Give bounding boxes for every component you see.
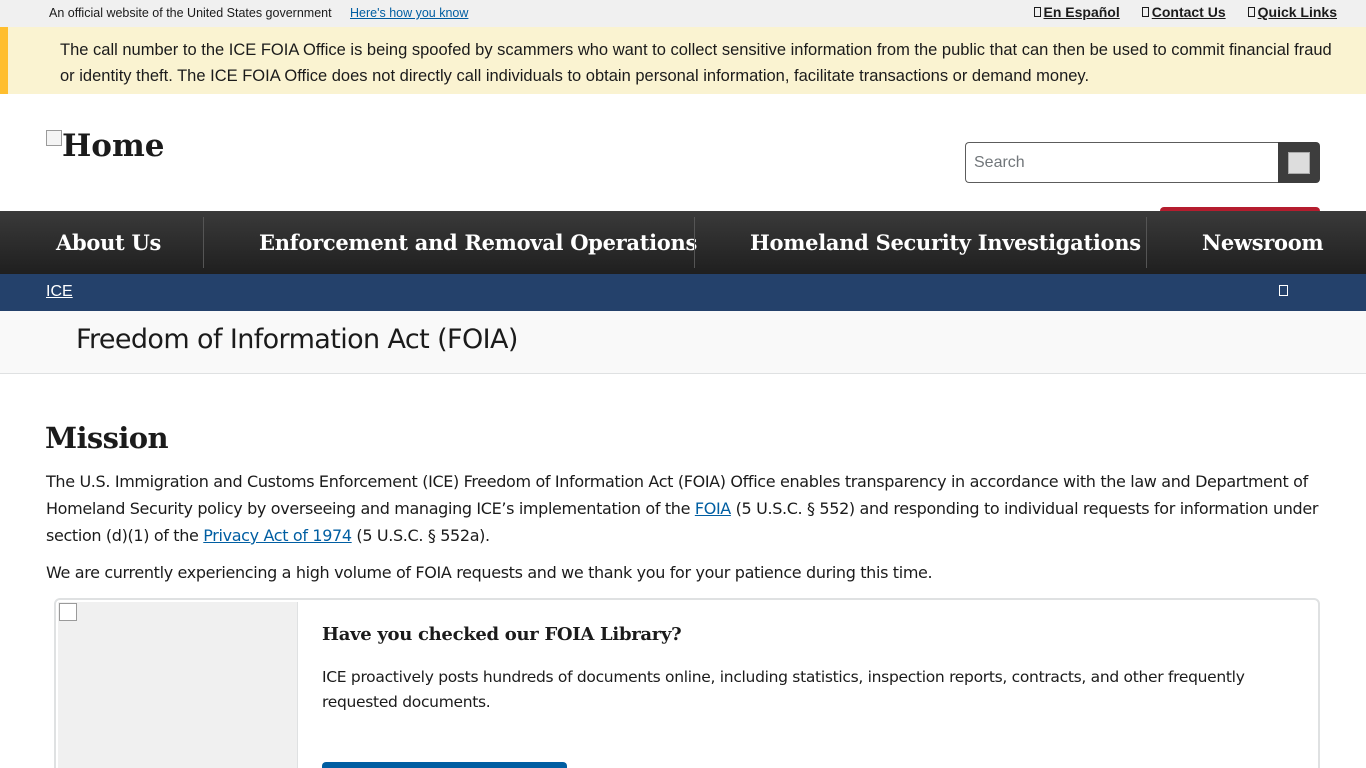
mission-heading: Mission [45, 421, 169, 455]
heres-how-you-know-link[interactable]: Here's how you know [350, 6, 468, 20]
quick-links-link[interactable]: Quick Links [1247, 4, 1337, 20]
foia-library-button[interactable] [322, 762, 567, 768]
broken-image-icon [46, 130, 62, 146]
main-navigation: About Us Enforcement and Removal Operati… [0, 211, 1366, 274]
nav-divider [1146, 217, 1147, 268]
page-title: Freedom of Information Act (FOIA) [76, 324, 518, 355]
scam-alert: The call number to the ICE FOIA Office i… [0, 27, 1366, 94]
breadcrumb-toggle-icon[interactable] [1279, 285, 1288, 296]
mission-text-part3: (5 U.S.C. § 552a). [351, 526, 490, 545]
search-input[interactable] [965, 142, 1279, 183]
search-form [965, 142, 1320, 183]
volume-notice: We are currently experiencing a high vol… [46, 563, 933, 582]
broken-image-icon [59, 603, 77, 621]
alert-text: The call number to the ICE FOIA Office i… [60, 41, 1332, 85]
contact-us-label: Contact Us [1151, 4, 1226, 20]
foia-link[interactable]: FOIA [695, 499, 731, 518]
mission-paragraph: The U.S. Immigration and Customs Enforce… [46, 468, 1336, 549]
privacy-act-link[interactable]: Privacy Act of 1974 [203, 526, 352, 545]
card-image [58, 602, 298, 768]
utility-links: En Español Contact Us Quick Links [1033, 4, 1337, 20]
contact-us-link[interactable]: Contact Us [1141, 4, 1226, 20]
nav-homeland-security-investigations[interactable]: Homeland Security Investigations [750, 211, 1141, 274]
en-espanol-link[interactable]: En Español [1033, 4, 1120, 20]
nav-divider [694, 217, 695, 268]
card-title: Have you checked our FOIA Library? [322, 624, 682, 645]
search-icon [1288, 152, 1310, 174]
quick-links-label: Quick Links [1257, 4, 1337, 20]
nav-divider [203, 217, 204, 268]
foia-library-card: Have you checked our FOIA Library? ICE p… [54, 598, 1320, 768]
globe-icon [1033, 7, 1041, 17]
home-logo-link[interactable]: Home [46, 128, 165, 164]
link-icon [1247, 7, 1255, 17]
card-text: ICE proactively posts hundreds of docume… [322, 668, 1245, 711]
logo-alt-text: Home [62, 128, 165, 164]
nav-newsroom[interactable]: Newsroom [1202, 211, 1324, 274]
breadcrumb-ice-link[interactable]: ICE [46, 283, 73, 301]
breadcrumb: ICE [0, 274, 1366, 311]
gov-banner: An official website of the United States… [0, 0, 1366, 27]
nav-about-us[interactable]: About Us [56, 211, 161, 274]
en-espanol-label: En Español [1043, 4, 1120, 20]
nav-enforcement-removal-operations[interactable]: Enforcement and Removal Operations [259, 211, 697, 274]
search-button[interactable] [1278, 142, 1320, 183]
gov-banner-text: An official website of the United States… [49, 6, 332, 20]
phone-icon [1141, 7, 1149, 17]
